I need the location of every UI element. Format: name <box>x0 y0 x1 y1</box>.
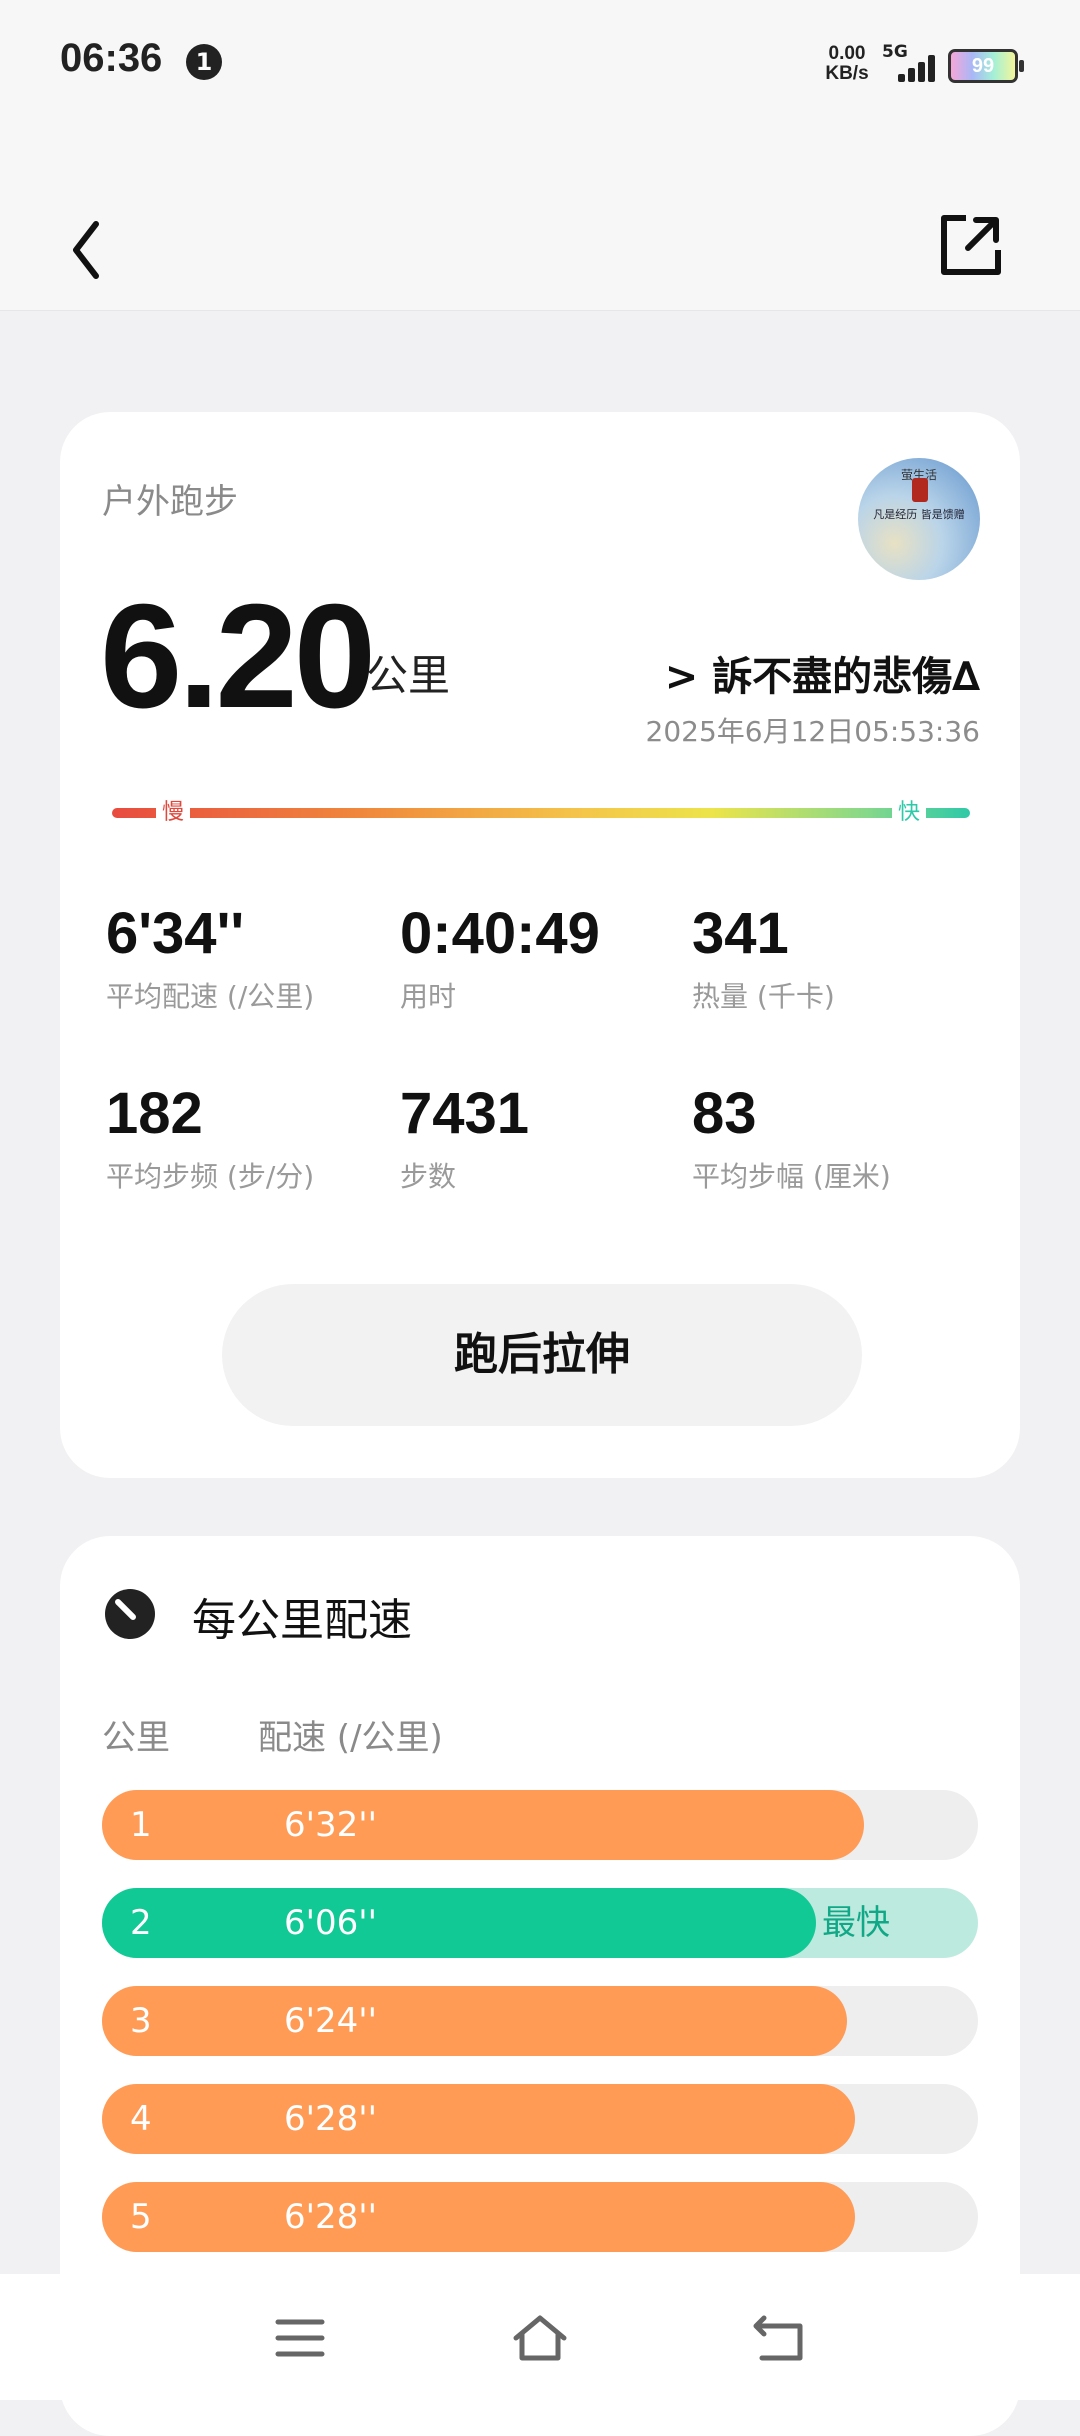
stat-value: 7431 <box>400 1081 530 1146</box>
split-bar <box>102 2182 855 2252</box>
stat-value: 0:40:49 <box>400 901 600 966</box>
split-km: 5 <box>130 2197 152 2237</box>
share-button[interactable] <box>938 212 1004 278</box>
avatar-tag-icon <box>912 478 928 502</box>
split-row[interactable]: 4 6'28'' <box>102 2084 978 2154</box>
split-bar <box>102 2084 855 2154</box>
stat-label: 步数 <box>400 1160 457 1193</box>
signal-icon <box>898 48 942 82</box>
stat-stride: 83 平均步幅 (厘米) <box>692 1080 982 1195</box>
menu-icon[interactable] <box>270 2308 330 2368</box>
system-nav-bar <box>0 2274 1080 2400</box>
status-time: 06:36 <box>60 36 163 80</box>
split-pace: 6'32'' <box>284 1805 377 1845</box>
stat-label: 用时 <box>400 980 457 1013</box>
section-title: 每公里配速 <box>192 1595 412 1646</box>
stat-value: 182 <box>106 1081 203 1146</box>
split-km: 4 <box>130 2099 152 2139</box>
speedometer-icon <box>105 1589 155 1639</box>
split-row[interactable]: 3 6'24'' <box>102 1986 978 2056</box>
split-km: 1 <box>130 1805 152 1845</box>
stat-avg-pace: 6'34'' 平均配速 (/公里) <box>106 900 396 1015</box>
battery-icon: 99 <box>948 49 1024 83</box>
stat-value: 83 <box>692 1081 757 1146</box>
column-header-pace: 配速 (/公里) <box>258 1718 443 1758</box>
back-button[interactable] <box>62 210 122 290</box>
run-datetime: 2025年6月12日05:53:36 <box>645 715 980 748</box>
split-row[interactable]: 5 6'28'' <box>102 2182 978 2252</box>
stat-label: 热量 (千卡) <box>692 980 835 1013</box>
split-bar <box>102 1790 864 1860</box>
return-icon[interactable] <box>750 2308 810 2368</box>
split-bar <box>102 1888 816 1958</box>
split-row[interactable]: 1 6'32'' <box>102 1790 978 1860</box>
home-icon[interactable] <box>510 2308 570 2368</box>
network-speed: 0.00 KB/s <box>818 44 876 84</box>
distance-value: 6.20 <box>100 574 376 739</box>
notification-count-icon: 1 <box>186 44 222 80</box>
distance-unit: 公里 <box>366 651 451 700</box>
run-summary-card: 户外跑步 萤生活 凡是经历 皆是馈赠 6.20 公里 > 訴不盡的悲傷∆ 202… <box>60 412 1020 1478</box>
column-header-km: 公里 <box>102 1718 170 1758</box>
fastest-badge: 最快 <box>822 1903 890 1943</box>
split-pace: 6'28'' <box>284 2197 377 2237</box>
split-pace: 6'06'' <box>284 1903 377 1943</box>
status-bar: 06:36 1 0.00 KB/s 5G 99 <box>0 0 1080 130</box>
split-row[interactable]: 2 6'06'' 最快 <box>102 1888 978 1958</box>
external-share-icon <box>941 215 1001 275</box>
stat-value: 341 <box>692 901 789 966</box>
stat-steps: 7431 步数 <box>400 1080 690 1195</box>
fast-label: 快 <box>891 798 926 828</box>
user-name[interactable]: > 訴不盡的悲傷∆ <box>665 644 980 702</box>
net-speed-unit: KB/s <box>825 63 869 84</box>
split-pace: 6'28'' <box>284 2099 377 2139</box>
net-speed-value: 0.00 <box>828 43 866 64</box>
stat-calories: 341 热量 (千卡) <box>692 900 982 1015</box>
pace-color-scale: 慢 快 <box>112 798 970 828</box>
chevron-left-icon <box>73 221 99 279</box>
stat-label: 平均配速 (/公里) <box>106 980 315 1013</box>
avatar-caption-bottom: 凡是经历 皆是馈赠 <box>873 508 965 521</box>
split-bar <box>102 1986 847 2056</box>
app-bar <box>0 130 1080 311</box>
stat-cadence: 182 平均步频 (步/分) <box>106 1080 396 1195</box>
split-km: 2 <box>130 1903 152 1943</box>
split-pace: 6'24'' <box>284 2001 377 2041</box>
avatar[interactable]: 萤生活 凡是经历 皆是馈赠 <box>858 458 980 580</box>
stat-duration: 0:40:49 用时 <box>400 900 690 1015</box>
pace-gradient-bar <box>112 808 970 818</box>
split-km: 3 <box>130 2001 152 2041</box>
stat-label: 平均步频 (步/分) <box>106 1160 315 1193</box>
slow-label: 慢 <box>156 798 191 828</box>
stat-label: 平均步幅 (厘米) <box>692 1160 891 1193</box>
post-run-stretch-button[interactable]: 跑后拉伸 <box>222 1284 862 1426</box>
stat-value: 6'34'' <box>106 901 245 966</box>
activity-type: 户外跑步 <box>102 482 238 522</box>
